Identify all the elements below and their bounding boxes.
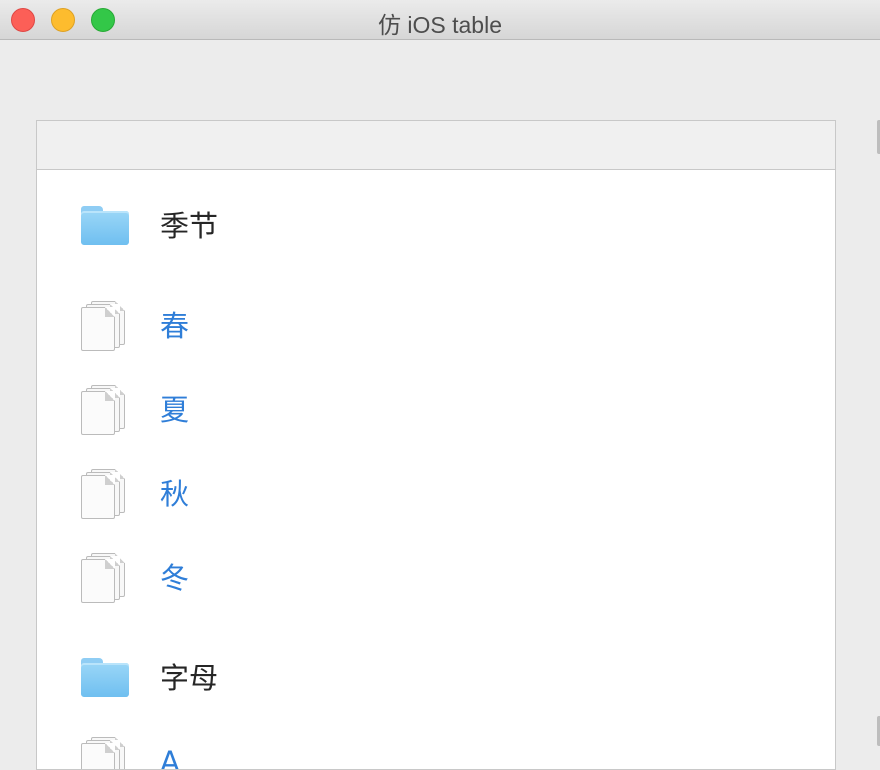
table-header <box>37 121 835 170</box>
window-content: 季节 春 夏 秋 冬 字母 A <box>0 40 880 770</box>
table-row[interactable]: 冬 <box>37 548 835 608</box>
table-row-group[interactable]: 季节 <box>37 196 835 256</box>
item-label: 春 <box>160 309 190 343</box>
title-bar[interactable]: 仿 iOS table <box>0 0 880 40</box>
item-label: 冬 <box>160 561 190 595</box>
documents-icon <box>81 737 131 769</box>
table-row-group[interactable]: 字母 <box>37 648 835 708</box>
window-title: 仿 iOS table <box>378 12 502 38</box>
documents-icon <box>81 553 131 603</box>
group-label: 季节 <box>160 209 219 243</box>
table-row[interactable]: 秋 <box>37 464 835 524</box>
table-row[interactable]: A <box>37 732 835 770</box>
table-body[interactable]: 季节 春 夏 秋 冬 字母 A <box>37 170 835 770</box>
table-row[interactable]: 春 <box>37 296 835 356</box>
table-view[interactable]: 季节 春 夏 秋 冬 字母 A <box>36 120 836 770</box>
folder-icon <box>81 653 131 703</box>
documents-icon <box>81 469 131 519</box>
documents-icon <box>81 385 131 435</box>
table-row[interactable]: 夏 <box>37 380 835 440</box>
group-label: 字母 <box>160 661 219 695</box>
folder-icon <box>81 201 131 251</box>
item-label: A <box>160 745 180 770</box>
item-label: 秋 <box>160 477 190 511</box>
documents-icon <box>81 301 131 351</box>
item-label: 夏 <box>160 393 190 427</box>
